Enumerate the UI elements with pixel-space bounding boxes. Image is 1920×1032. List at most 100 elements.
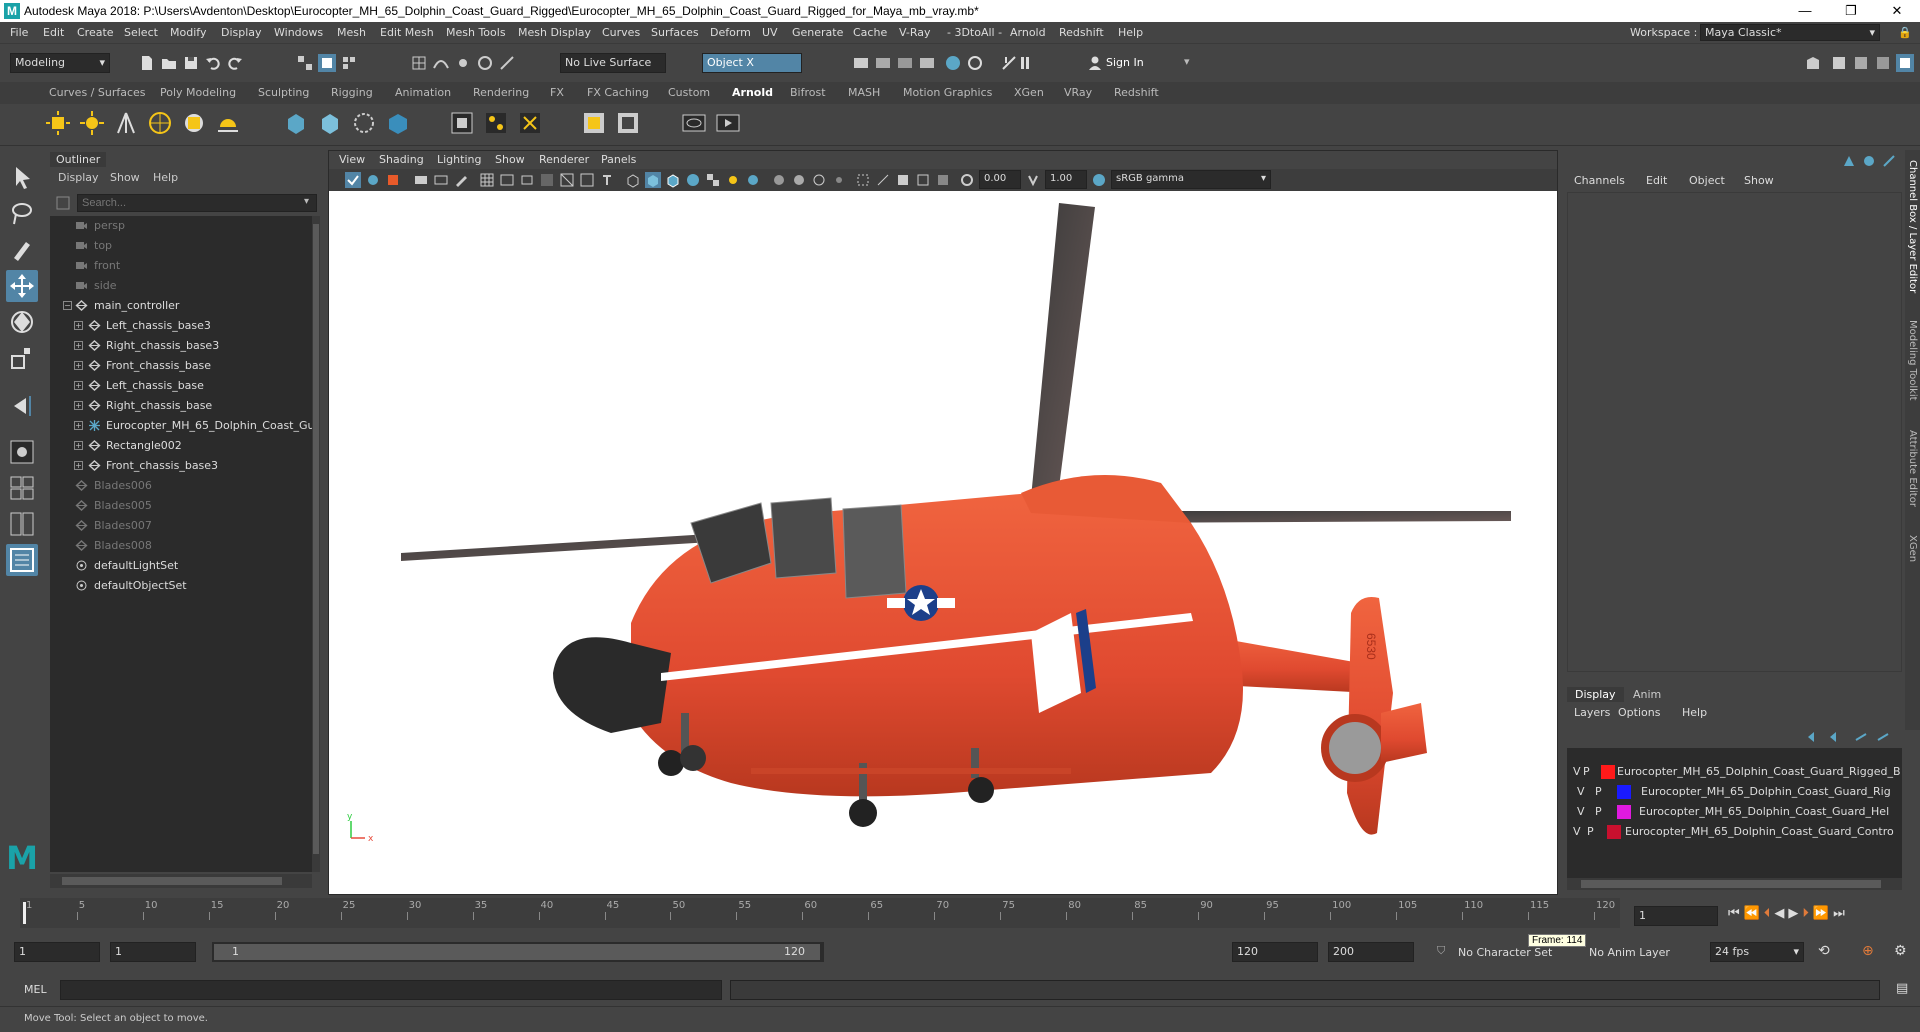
expand-icon[interactable]: + xyxy=(74,401,83,410)
anim-layer-select[interactable]: No Anim Layer xyxy=(1589,946,1670,959)
expand-icon[interactable]: + xyxy=(74,321,83,330)
channel-menu-channels[interactable]: Channels xyxy=(1574,174,1625,187)
layer-playback-toggle[interactable]: P xyxy=(1595,785,1602,798)
animation-start-field[interactable]: 1 xyxy=(14,942,100,962)
menu-select[interactable]: Select xyxy=(124,26,158,39)
step-forward-key-icon[interactable]: ⏵ xyxy=(1802,906,1813,921)
outliner-item[interactable]: persp xyxy=(50,216,312,236)
rotate-tool-icon[interactable] xyxy=(6,306,38,338)
render-settings-icon[interactable] xyxy=(482,109,510,137)
viewport-canvas[interactable]: 6530 x y xyxy=(331,193,1555,893)
smooth-shade-icon[interactable] xyxy=(645,172,661,188)
character-set-select[interactable]: No Character Set xyxy=(1458,946,1552,959)
tab-xgen[interactable]: XGen xyxy=(1907,535,1918,562)
select-camera-icon[interactable] xyxy=(345,172,361,188)
vray-render-icon[interactable] xyxy=(944,54,962,72)
arnold-license-icon[interactable] xyxy=(614,109,642,137)
tab-fx[interactable]: FX xyxy=(550,86,564,99)
hypershade-icon[interactable] xyxy=(918,54,936,72)
new-scene-icon[interactable] xyxy=(138,54,156,72)
viewport-menu-panels[interactable]: Panels xyxy=(601,153,636,166)
tab-anim-layers[interactable]: Anim xyxy=(1625,687,1669,702)
tab-animation[interactable]: Animation xyxy=(395,86,451,99)
gate-mask-icon[interactable] xyxy=(539,172,555,188)
menu-modify[interactable]: Modify xyxy=(170,26,206,39)
single-perspective-layout-icon[interactable] xyxy=(6,436,38,468)
outliner-layout-icon[interactable] xyxy=(6,544,38,576)
menu-help[interactable]: Help xyxy=(1118,26,1143,39)
screen-space-ao-icon[interactable] xyxy=(771,172,787,188)
standin-icon[interactable] xyxy=(282,109,310,137)
color-management-icon[interactable] xyxy=(1091,172,1107,188)
layer-playback-toggle[interactable]: P xyxy=(1587,825,1594,838)
display-layer-row[interactable]: V P Eurocopter_MH_65_Dolphin_Coast_Guard_R… xyxy=(1567,782,1902,802)
viewport-menu-renderer[interactable]: Renderer xyxy=(539,153,589,166)
attribute-icon[interactable] xyxy=(1862,154,1876,168)
outliner-menu-display[interactable]: Display xyxy=(58,171,99,184)
render-view-icon[interactable] xyxy=(448,109,476,137)
outliner-search-input[interactable] xyxy=(77,194,317,212)
expand-icon[interactable]: + xyxy=(74,361,83,370)
outliner-menu-show[interactable]: Show xyxy=(110,171,140,184)
2d-pan-zoom-icon[interactable] xyxy=(433,172,449,188)
new-layer-icon[interactable] xyxy=(1854,730,1868,744)
open-scene-icon[interactable] xyxy=(160,54,178,72)
menu-3dtoall[interactable]: - 3DtoAll - xyxy=(947,26,1002,39)
helicopter-model[interactable]: 6530 x y xyxy=(331,193,1555,893)
tool-icon[interactable] xyxy=(1882,154,1896,168)
menu-uv[interactable]: UV xyxy=(762,26,778,39)
filter-icon[interactable] xyxy=(56,196,70,210)
play-render-icon[interactable] xyxy=(714,109,742,137)
undo-icon[interactable] xyxy=(204,54,222,72)
pause-icon[interactable] xyxy=(1016,54,1034,72)
chevron-down-icon[interactable]: ▾ xyxy=(1184,55,1190,68)
lasso-tool-icon[interactable] xyxy=(6,198,38,230)
tab-curves-surfaces[interactable]: Curves / Surfaces xyxy=(49,86,146,99)
live-surface-field[interactable]: No Live Surface xyxy=(560,53,666,73)
gamma-icon[interactable] xyxy=(1025,172,1041,188)
fps-select[interactable]: 24 fps ▾ xyxy=(1710,942,1804,962)
field-chart-icon[interactable] xyxy=(559,172,575,188)
safe-action-icon[interactable] xyxy=(579,172,595,188)
viewport-menu-view[interactable]: View xyxy=(339,153,365,166)
menu-windows[interactable]: Windows xyxy=(274,26,323,39)
tab-attribute-editor[interactable]: Attribute Editor xyxy=(1907,430,1918,507)
menu-mesh-tools[interactable]: Mesh Tools xyxy=(446,26,506,39)
make-live-icon[interactable] xyxy=(498,54,516,72)
viewport-menu-show[interactable]: Show xyxy=(495,153,525,166)
area-light-icon[interactable] xyxy=(44,109,72,137)
camera-attributes-icon[interactable] xyxy=(365,172,381,188)
four-view-layout-icon[interactable] xyxy=(6,472,38,504)
select-by-component-icon[interactable] xyxy=(340,54,358,72)
script-editor-icon[interactable]: ▤ xyxy=(1896,981,1908,996)
menu-redshift[interactable]: Redshift xyxy=(1059,26,1104,39)
bookmarks-icon[interactable] xyxy=(385,172,401,188)
curve-collector-icon[interactable] xyxy=(384,109,412,137)
display-layer-row[interactable]: V P Eurocopter_MH_65_Dolphin_Coast_Guard_C… xyxy=(1567,822,1902,842)
persp-outliner-layout-icon[interactable] xyxy=(6,508,38,540)
menu-edit-mesh[interactable]: Edit Mesh xyxy=(380,26,434,39)
use-all-lights-icon[interactable] xyxy=(725,172,741,188)
arnold-tx-icon[interactable] xyxy=(580,109,608,137)
flush-caches-icon[interactable] xyxy=(516,109,544,137)
xray-components-icon[interactable] xyxy=(915,172,931,188)
outliner-toggle-icon[interactable] xyxy=(1874,54,1892,72)
range-handle[interactable] xyxy=(214,944,820,960)
outliner-item[interactable]: + Right_chassis_base xyxy=(50,396,312,416)
expand-icon[interactable]: + xyxy=(74,381,83,390)
tab-mash[interactable]: MASH xyxy=(848,86,880,99)
workspace-select[interactable]: Maya Classic* ▾ xyxy=(1700,24,1880,41)
move-layer-up-icon[interactable] xyxy=(1806,730,1820,744)
tab-rigging[interactable]: Rigging xyxy=(331,86,373,99)
channel-menu-object[interactable]: Object xyxy=(1689,174,1725,187)
menu-arnold[interactable]: Arnold xyxy=(1010,26,1046,39)
sun-light-icon[interactable] xyxy=(214,109,242,137)
tab-custom[interactable]: Custom xyxy=(668,86,710,99)
step-back-icon[interactable]: ⏪ xyxy=(1744,906,1764,921)
outliner-item[interactable]: + Left_chassis_base xyxy=(50,376,312,396)
menu-mesh-display[interactable]: Mesh Display xyxy=(518,26,591,39)
expand-icon[interactable]: + xyxy=(74,421,83,430)
backface-culling-icon[interactable] xyxy=(935,172,951,188)
select-by-object-icon[interactable] xyxy=(318,54,336,72)
outliner-item[interactable]: Blades008 xyxy=(50,536,312,556)
